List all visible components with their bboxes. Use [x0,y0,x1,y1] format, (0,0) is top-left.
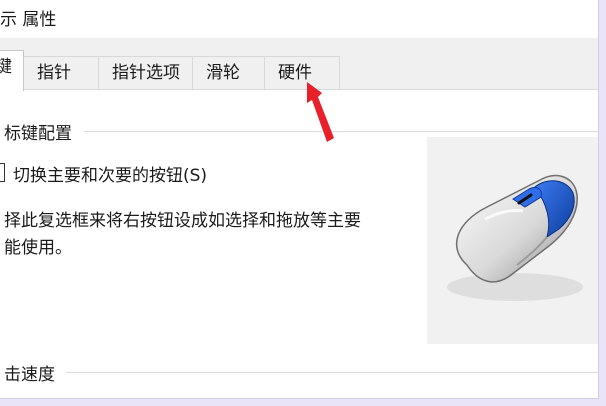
tab-pointer-options-label: 指针选项 [112,63,180,83]
mouse-icon [447,174,583,301]
tab-pointers-label: 指针 [37,63,71,83]
group-divider [66,372,598,373]
tab-hardware[interactable]: 硬件 [264,56,340,90]
tab-pointers[interactable]: 指针 [23,56,99,90]
tab-wheel[interactable]: 滑轮 [192,56,265,90]
tab-hardware-label: 硬件 [278,63,312,83]
tab-content-panel: 标键配置 切换主要和次要的按钮(S) 择此复选框来将右按钮设成如选择和拖放等主要… [0,89,598,398]
tab-strip: 键 指针 指针选项 滑轮 硬件 [0,38,598,91]
tab-wheel-label: 滑轮 [206,63,240,83]
tab-buttons[interactable]: 键 [0,50,24,91]
click-speed-group-label: 击速度 [4,365,55,385]
description-line-1: 择此复选框来将右按钮设成如选择和拖放等主要 [4,211,361,231]
tab-buttons-label: 键 [0,57,12,77]
mouse-image-panel [427,137,598,344]
swap-buttons-label[interactable]: 切换主要和次要的按钮(S) [13,161,207,186]
tab-pointer-options[interactable]: 指针选项 [98,56,193,90]
title-bar: 示 属性 [0,0,598,38]
button-config-group-label: 标键配置 [4,124,72,144]
description-line-2: 能使用。 [4,238,72,258]
swap-buttons-checkbox[interactable] [0,163,5,182]
window-title: 示 属性 [0,10,57,30]
mouse-properties-dialog: 示 属性 键 指针 指针选项 滑轮 硬件 标键配置 切换主要和次要的按钮(S) … [0,0,599,399]
group-divider [84,131,598,132]
